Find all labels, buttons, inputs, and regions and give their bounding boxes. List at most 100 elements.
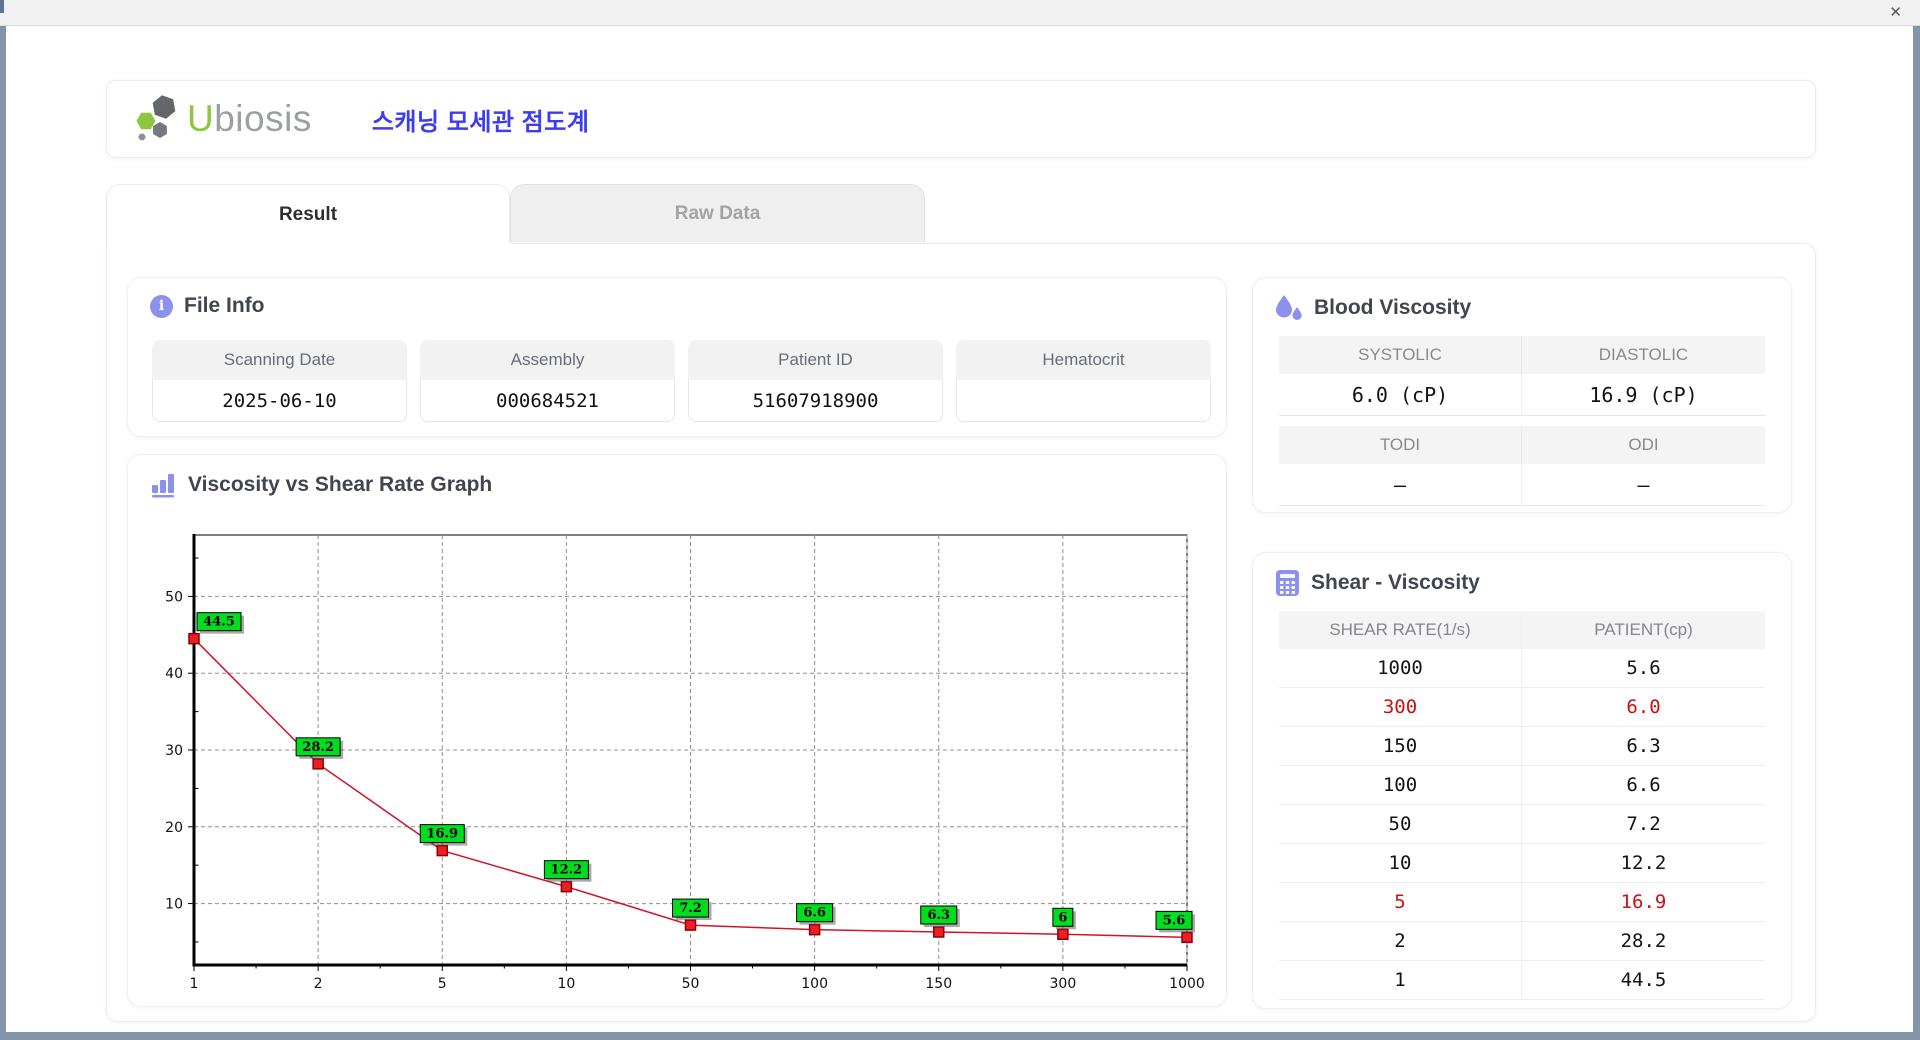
svg-text:10: 10 <box>557 976 575 992</box>
svg-text:1000: 1000 <box>1169 976 1205 992</box>
app-window: ✕ Ubiosis 스캐닝 모세관 점도계 Result Raw Data i … <box>0 0 1920 1040</box>
svg-text:6.3: 6.3 <box>927 908 950 923</box>
shear-table-row: 2 28.2 <box>1279 922 1765 961</box>
shear-rate-cell: 100 <box>1279 766 1522 804</box>
blood-viscosity-card: Blood Viscosity SYSTOLIC DIASTOLIC 6.0 (cP… <box>1252 277 1792 513</box>
svg-text:150: 150 <box>925 976 952 992</box>
svg-text:44.5: 44.5 <box>203 615 235 630</box>
file-field-label: Patient ID <box>688 340 943 380</box>
patient-viscosity-cell: 5.6 <box>1626 657 1661 679</box>
viscosity-chart: 10 20 30 40 50 1 2 5 10 50 100 150 300 1000 44.5 28.2 16… <box>165 534 1205 992</box>
blood-viscosity-value-cell: 6.0 (cP) <box>1279 374 1522 416</box>
patient-viscosity-cell: 6.6 <box>1626 774 1661 796</box>
file-info-field: Scanning Date 2025-06-10 <box>152 340 407 422</box>
bar-chart-icon <box>152 474 174 498</box>
patient-viscosity-cell: 6.3 <box>1626 735 1661 757</box>
svg-text:1: 1 <box>190 976 199 992</box>
blood-drop-icon <box>1276 295 1302 320</box>
info-icon: i <box>150 294 173 318</box>
brand-name: Ubiosis <box>187 98 312 139</box>
result-panel: i File Info Scanning Date 2025-06-10 Assem… <box>106 243 1816 1022</box>
tab-result[interactable]: Result <box>106 184 510 244</box>
blood-viscosity-table: SYSTOLIC DIASTOLIC 6.0 (cP) 16.9 (cP) TODI OD… <box>1279 336 1765 516</box>
header-card: Ubiosis 스캐닝 모세관 점도계 <box>106 80 1816 158</box>
tab-raw-data[interactable]: Raw Data <box>510 184 925 242</box>
file-field-label: Hematocrit <box>956 340 1211 380</box>
shear-table-row: 150 6.3 <box>1279 727 1765 766</box>
patient-viscosity-cell: 7.2 <box>1626 813 1661 835</box>
window-frame-right <box>1913 26 1920 1040</box>
svg-text:5: 5 <box>438 976 447 992</box>
blood-viscosity-group: SYSTOLIC DIASTOLIC 6.0 (cP) 16.9 (cP) <box>1279 336 1765 416</box>
svg-text:5.6: 5.6 <box>1163 913 1186 928</box>
svg-text:10: 10 <box>165 897 183 913</box>
svg-text:2: 2 <box>314 976 323 992</box>
blood-viscosity-header-cell: TODI <box>1279 426 1522 464</box>
blood-viscosity-group: TODI ODI – – <box>1279 426 1765 506</box>
window-titlebar: ✕ <box>0 0 1920 26</box>
shear-rate-cell: 150 <box>1279 727 1522 765</box>
graph-title: Viscosity vs Shear Rate Graph <box>150 471 492 498</box>
patient-viscosity-cell: 6.0 <box>1626 696 1661 718</box>
blood-viscosity-header-cell: DIASTOLIC <box>1522 336 1765 374</box>
ubiosis-logo-icon <box>136 95 176 141</box>
shear-rate-cell: 10 <box>1279 844 1522 882</box>
shear-table-row: 5 16.9 <box>1279 883 1765 922</box>
file-field-value <box>956 380 1211 422</box>
blood-viscosity-header-cell: ODI <box>1522 426 1765 464</box>
shear-viscosity-table: SHEAR RATE(1/s) PATIENT(cp) 1000 5.6 300 6.0 1… <box>1279 611 1765 1000</box>
shear-rate-cell: 2 <box>1279 922 1522 960</box>
svg-text:16.9: 16.9 <box>426 827 458 842</box>
svg-text:40: 40 <box>165 666 183 682</box>
shear-table-header-cell: SHEAR RATE(1/s) <box>1279 611 1522 649</box>
svg-text:20: 20 <box>165 820 183 836</box>
graph-card: Viscosity vs Shear Rate Graph 10 20 30 40 50… <box>127 454 1227 1007</box>
shear-rate-cell: 300 <box>1279 688 1522 726</box>
file-field-label: Assembly <box>420 340 675 380</box>
blood-viscosity-value-row: – – <box>1279 464 1765 506</box>
file-info-card: i File Info Scanning Date 2025-06-10 Assem… <box>127 277 1227 437</box>
blood-viscosity-header-cell: SYSTOLIC <box>1279 336 1522 374</box>
svg-text:50: 50 <box>682 976 700 992</box>
shear-rate-cell: 5 <box>1279 883 1522 921</box>
file-field-label: Scanning Date <box>152 340 407 380</box>
file-info-field: Assembly 000684521 <box>420 340 675 422</box>
patient-viscosity-cell: 12.2 <box>1620 852 1667 874</box>
svg-text:300: 300 <box>1050 976 1077 992</box>
shear-table-header-cell: PATIENT(cp) <box>1522 611 1765 649</box>
svg-text:100: 100 <box>801 976 828 992</box>
close-icon[interactable]: ✕ <box>1889 4 1902 22</box>
svg-text:7.2: 7.2 <box>679 901 702 916</box>
window-frame-left <box>0 26 6 1040</box>
shear-rate-cell: 50 <box>1279 805 1522 843</box>
shear-table-row: 1000 5.6 <box>1279 649 1765 688</box>
patient-viscosity-cell: 44.5 <box>1620 969 1667 991</box>
file-info-field: Patient ID 51607918900 <box>688 340 943 422</box>
shear-rate-cell: 1000 <box>1279 649 1522 687</box>
file-info-fields: Scanning Date 2025-06-10 Assembly 000684521… <box>152 340 1211 422</box>
svg-text:50: 50 <box>165 589 183 605</box>
shear-viscosity-card: Shear - Viscosity SHEAR RATE(1/s) PATIENT… <box>1252 552 1792 1009</box>
shear-table-header-row: SHEAR RATE(1/s) PATIENT(cp) <box>1279 611 1765 649</box>
blood-viscosity-value-cell: 16.9 (cP) <box>1522 374 1765 416</box>
blood-viscosity-header-row: TODI ODI <box>1279 426 1765 464</box>
patient-viscosity-cell: 16.9 <box>1620 891 1667 913</box>
shear-table-row: 50 7.2 <box>1279 805 1765 844</box>
blood-viscosity-value-cell: – <box>1279 464 1522 506</box>
blood-viscosity-value-cell: – <box>1522 464 1765 506</box>
blood-viscosity-title: Blood Viscosity <box>1275 294 1471 322</box>
window-frame-bottom <box>0 1032 1920 1040</box>
shear-table-row: 1 44.5 <box>1279 961 1765 1000</box>
shear-table-row: 300 6.0 <box>1279 688 1765 727</box>
file-field-value: 000684521 <box>420 380 675 422</box>
calculator-icon <box>1276 570 1299 596</box>
shear-table-row: 10 12.2 <box>1279 844 1765 883</box>
svg-text:6.6: 6.6 <box>803 906 826 921</box>
app-title-korean: 스캐닝 모세관 점도계 <box>371 108 590 136</box>
shear-rate-cell: 1 <box>1279 961 1522 999</box>
file-info-title: i File Info <box>150 294 265 318</box>
window-resize-nub <box>0 0 4 13</box>
shear-viscosity-title: Shear - Viscosity <box>1275 569 1480 597</box>
svg-text:12.2: 12.2 <box>551 863 583 878</box>
patient-viscosity-cell: 28.2 <box>1620 930 1667 952</box>
